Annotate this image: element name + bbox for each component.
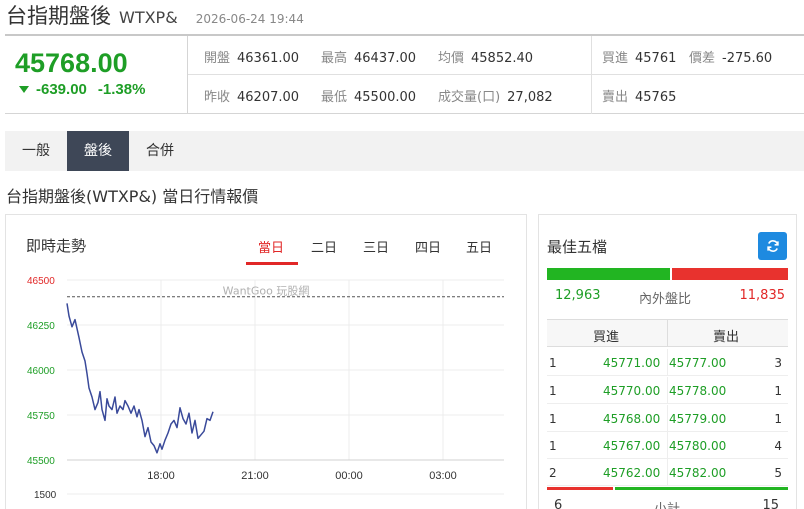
order-book-header: 買進 賣出 [547,319,788,347]
order-book-row: 1 45771.00 45777.00 3 [547,349,788,376]
stats-row-2: 昨收 46207.00 最低 45500.00 成交量(口) 27,082 賣出 457… [188,75,804,114]
y-tick-label: 45750 [27,411,55,422]
header-divider [667,320,668,346]
change-row: -639.00 -1.38% [19,81,145,98]
outer-volume-bar [672,268,788,280]
intraday-chart-panel: 46500 46250 46000 45750 45500 18:00 21:00 00:00… [5,214,527,509]
stat-open: 開盤 46361.00 [204,51,300,66]
page-header: 台指期盤後 WTXP& 2026-06-24 19:44 [6,0,304,28]
subtotal-ask-bar [615,487,788,490]
price-line [66,303,214,454]
subtotal-ask: 15 [762,498,779,509]
x-tick-label: 03:00 [429,470,457,482]
y-tick-label: 46500 [27,276,55,287]
y-tick-label: 45500 [27,456,55,467]
refresh-icon [766,240,779,252]
y-tick-label: 46250 [27,321,55,332]
range-tab-3d[interactable]: 三日 [363,237,389,256]
subtotal-bid-bar [547,487,613,490]
instrument-code: WTXP& [119,8,178,27]
y-tick-label: 46000 [27,366,55,377]
stat-ask: 賣出 45765 [602,90,677,105]
stats-row-1: 開盤 46361.00 最高 46437.00 均價 45852.40 買進 45761… [188,36,804,75]
order-book-row: 1 45768.00 45779.00 1 [547,405,788,432]
volume-tick-label: 1500 [34,490,57,501]
stat-bid: 買進 45761 [602,51,677,66]
tab-after-hours[interactable]: 盤後 [67,131,129,171]
order-book-panel: 最佳五檔 12,963 內外盤比 11,835 買進 賣出 1 45771.00… [538,214,797,509]
price-change: -639.00 [36,81,87,98]
last-price: 45768.00 [15,48,128,78]
ratio-label: 內外盤比 [639,292,692,307]
ask-header: 賣出 [713,330,740,345]
intraday-chart: 46500 46250 46000 45750 45500 18:00 21:00 00:00… [27,276,504,501]
x-tick-label: 00:00 [335,470,363,482]
stat-volume: 成交量(口) 27,082 [438,90,553,105]
order-book-title: 最佳五檔 [547,238,608,256]
stat-high: 最高 46437.00 [321,51,417,66]
stat-prev-close: 昨收 46207.00 [204,90,300,105]
quote-stats: 開盤 46361.00 最高 46437.00 均價 45852.40 買進 45761… [188,36,804,114]
range-tab-2d[interactable]: 二日 [311,237,337,256]
inner-volume-bar [547,268,670,280]
x-tick-label: 21:00 [241,470,269,482]
order-book-row: 2 45762.00 45782.00 5 [547,459,788,486]
down-arrow-icon [19,86,29,93]
tab-general[interactable]: 一般 [5,131,67,171]
chart-title: 即時走勢 [26,237,87,255]
stat-low: 最低 45500.00 [321,90,417,105]
quote-timestamp: 2026-06-24 19:44 [195,12,304,26]
range-tab-1d[interactable]: 當日 [258,237,284,256]
x-tick-label: 18:00 [147,470,175,482]
range-tab-4d[interactable]: 四日 [415,237,441,256]
inner-volume: 12,963 [555,288,601,303]
instrument-title: 台指期盤後 [6,4,111,28]
range-tab-5d[interactable]: 五日 [466,237,492,256]
outer-volume: 11,835 [739,288,786,303]
order-book-row: 1 45770.00 45778.00 1 [547,377,788,404]
refresh-button[interactable] [758,232,787,260]
watermark: WantGoo 玩股網 [223,284,310,298]
active-range-indicator [246,262,298,265]
order-book-row: 1 45767.00 45780.00 4 [547,432,788,459]
stat-spread: 價差 -275.60 [689,51,773,66]
price-box: 45768.00 -639.00 -1.38% [5,36,188,114]
stat-avg: 均價 45852.40 [438,51,534,66]
price-change-percent: -1.38% [97,81,146,98]
bid-header: 買進 [593,330,620,345]
subtotal-bid: 6 [554,498,563,509]
stats-divider [591,36,592,114]
tab-combined[interactable]: 合併 [129,131,191,171]
subtotal-label: 小計 [654,498,680,509]
section-title: 台指期盤後(WTXP&) 當日行情報價 [6,187,259,206]
session-tabs: 一般 盤後 合併 [5,131,804,171]
quote-summary: 45768.00 -639.00 -1.38% 開盤 46361.00 最高 464… [5,34,804,114]
